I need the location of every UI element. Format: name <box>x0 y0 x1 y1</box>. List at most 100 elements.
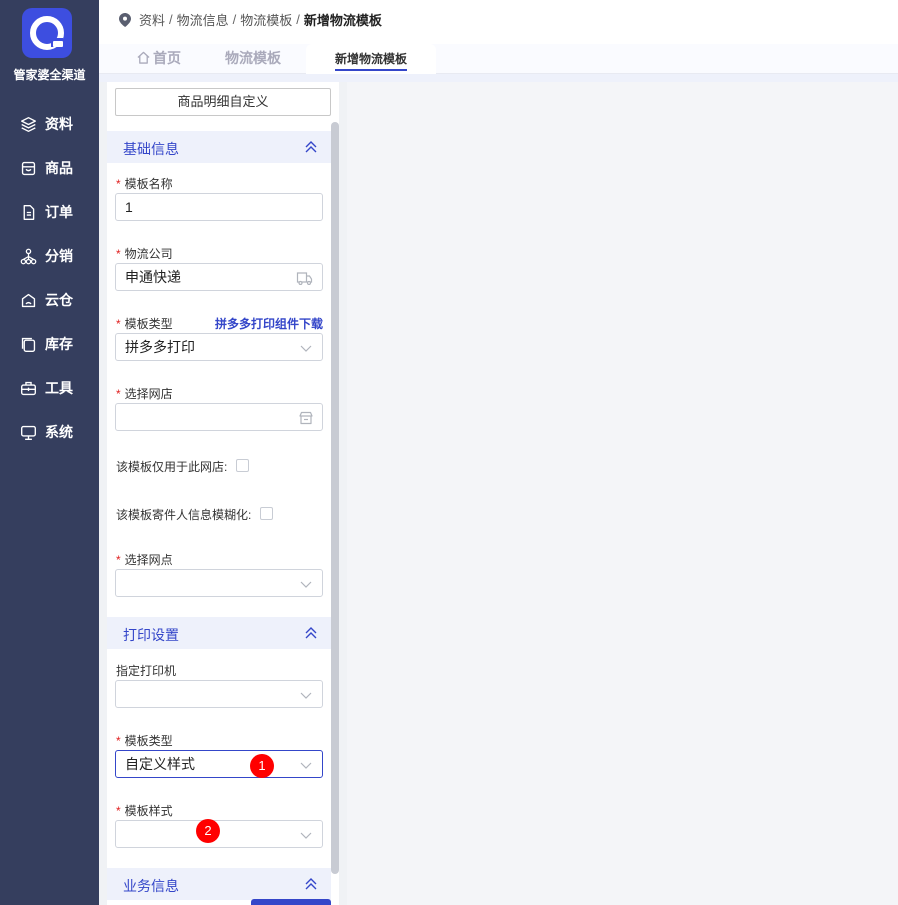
printer-select[interactable] <box>115 680 323 708</box>
chevron-down-icon <box>300 762 312 769</box>
logo-icon <box>30 16 64 50</box>
select-value: 自定义样式 <box>125 756 195 772</box>
printer-label: 指定打印机 <box>116 664 177 678</box>
shop-icon <box>299 411 313 425</box>
required-mark: * <box>116 247 121 261</box>
breadcrumb: 资料 / 物流信息 / 物流模板 / 新增物流模板 <box>119 10 382 29</box>
tab-home[interactable]: 首页 <box>129 44 189 74</box>
content-strip <box>99 74 898 82</box>
sidebar-item-label: 云仓 <box>45 292 73 308</box>
section-print-settings[interactable]: 打印设置 <box>107 617 331 649</box>
custom-goods-detail-button[interactable]: 商品明细自定义 <box>115 88 331 116</box>
label-text: 选择网点 <box>124 553 173 567</box>
sidebar-item-goods[interactable]: 商品 <box>0 146 99 190</box>
tab-new-logistics-template[interactable]: 新增物流模板 <box>306 44 436 74</box>
section-basic-info[interactable]: 基础信息 <box>107 131 331 163</box>
sidebar-item-tools[interactable]: 工具 <box>0 366 99 410</box>
toolbox-icon <box>21 381 36 395</box>
label-text: 物流公司 <box>124 247 173 261</box>
sidebar-item-data[interactable]: 资料 <box>0 102 99 146</box>
logistics-company-select[interactable]: 申通快递 <box>115 263 323 291</box>
sidebar-item-distribution[interactable]: 分销 <box>0 234 99 278</box>
sidebar: 管家婆全渠道 资料 商品 订单 分销 云仓 库存 工具 系统 <box>0 0 99 905</box>
network-icon <box>20 248 37 264</box>
section-title: 业务信息 <box>123 878 179 894</box>
sidebar-item-label: 分销 <box>45 248 73 264</box>
annotation-badge-1: 1 <box>250 754 274 778</box>
tab-label: 新增物流模板 <box>334 52 407 71</box>
sidebar-item-label: 库存 <box>45 336 73 352</box>
double-chevron-up-icon[interactable] <box>305 877 317 891</box>
double-chevron-up-icon[interactable] <box>305 626 317 640</box>
sidebar-item-label: 系统 <box>45 424 73 440</box>
select-value: 申通快递 <box>125 269 181 285</box>
truck-icon <box>296 272 313 285</box>
print-template-type-select[interactable]: 自定义样式 <box>115 750 323 778</box>
select-value: 拼多多打印 <box>125 339 195 355</box>
logistics-company-label: * 物流公司 <box>116 245 173 262</box>
home-icon <box>137 51 150 64</box>
required-mark: * <box>116 317 121 331</box>
layers-icon <box>21 116 36 132</box>
app-logo[interactable] <box>22 8 72 58</box>
breadcrumb-current: 新增物流模板 <box>303 13 382 28</box>
double-chevron-up-icon[interactable] <box>305 140 317 154</box>
sidebar-item-cloud-warehouse[interactable]: 云仓 <box>0 278 99 322</box>
breadcrumb-item[interactable]: 物流模板 <box>240 10 292 29</box>
annotation-badge-2: 2 <box>196 819 220 843</box>
select-outlet-select[interactable] <box>115 569 323 597</box>
print-template-type-label: * 模板类型 <box>116 732 173 749</box>
input-value: 1 <box>125 199 133 215</box>
label-text: 模板类型 <box>124 734 173 748</box>
chevron-down-icon <box>300 832 312 839</box>
chevron-down-icon <box>300 581 312 588</box>
tab-label: 物流模板 <box>225 50 281 66</box>
breadcrumb-item[interactable]: 资料 <box>139 10 165 29</box>
template-type-label: * 模板类型 <box>116 315 173 332</box>
required-mark: * <box>116 734 121 748</box>
business-info-button[interactable] <box>251 899 331 905</box>
sidebar-item-label: 工具 <box>45 380 73 396</box>
top-header: 资料 / 物流信息 / 物流模板 / 新增物流模板 <box>99 0 898 44</box>
panel-scrollbar[interactable] <box>331 122 339 874</box>
store-icon <box>21 161 36 175</box>
sidebar-item-system[interactable]: 系统 <box>0 410 99 454</box>
pdd-print-component-download-link[interactable]: 拼多多打印组件下载 <box>215 315 323 332</box>
section-business-info[interactable]: 业务信息 <box>107 868 331 900</box>
select-shop-input[interactable] <box>115 403 323 431</box>
brand-name: 管家婆全渠道 <box>13 68 86 82</box>
breadcrumb-separator: / <box>296 12 300 27</box>
required-mark: * <box>116 553 121 567</box>
inventory-icon <box>21 337 36 352</box>
sidebar-item-orders[interactable]: 订单 <box>0 190 99 234</box>
label-text: 模板样式 <box>124 804 173 818</box>
sidebar-nav: 资料 商品 订单 分销 云仓 库存 工具 系统 <box>0 102 99 454</box>
label-text: 选择网店 <box>124 387 173 401</box>
monitor-icon <box>21 425 36 440</box>
preview-area <box>347 82 898 905</box>
tab-bar: 首页 物流模板 新增物流模板 <box>99 44 898 74</box>
tab-logistics-template[interactable]: 物流模板 <box>217 44 289 74</box>
sidebar-item-inventory[interactable]: 库存 <box>0 322 99 366</box>
location-pin-icon <box>119 12 131 27</box>
breadcrumb-separator: / <box>169 12 173 27</box>
required-mark: * <box>116 177 121 191</box>
blur-sender-info-checkbox[interactable] <box>260 507 273 520</box>
only-this-shop-label: 该模板仅用于此网店: <box>116 460 228 474</box>
template-name-label: * 模板名称 <box>116 175 173 192</box>
blur-sender-info-label: 该模板寄件人信息模糊化: <box>116 508 252 522</box>
required-mark: * <box>116 387 121 401</box>
chevron-down-icon <box>300 692 312 699</box>
chevron-down-icon <box>300 345 312 352</box>
select-shop-label: * 选择网店 <box>116 385 173 402</box>
required-mark: * <box>116 804 121 818</box>
breadcrumb-item[interactable]: 物流信息 <box>177 10 229 29</box>
section-title: 打印设置 <box>123 627 179 643</box>
sidebar-item-label: 商品 <box>45 160 73 176</box>
only-this-shop-checkbox[interactable] <box>236 459 249 472</box>
template-name-input[interactable]: 1 <box>115 193 323 221</box>
template-type-select[interactable]: 拼多多打印 <box>115 333 323 361</box>
sidebar-item-label: 订单 <box>45 204 73 220</box>
label-text: 模板类型 <box>124 317 173 331</box>
sidebar-item-label: 资料 <box>45 116 73 132</box>
